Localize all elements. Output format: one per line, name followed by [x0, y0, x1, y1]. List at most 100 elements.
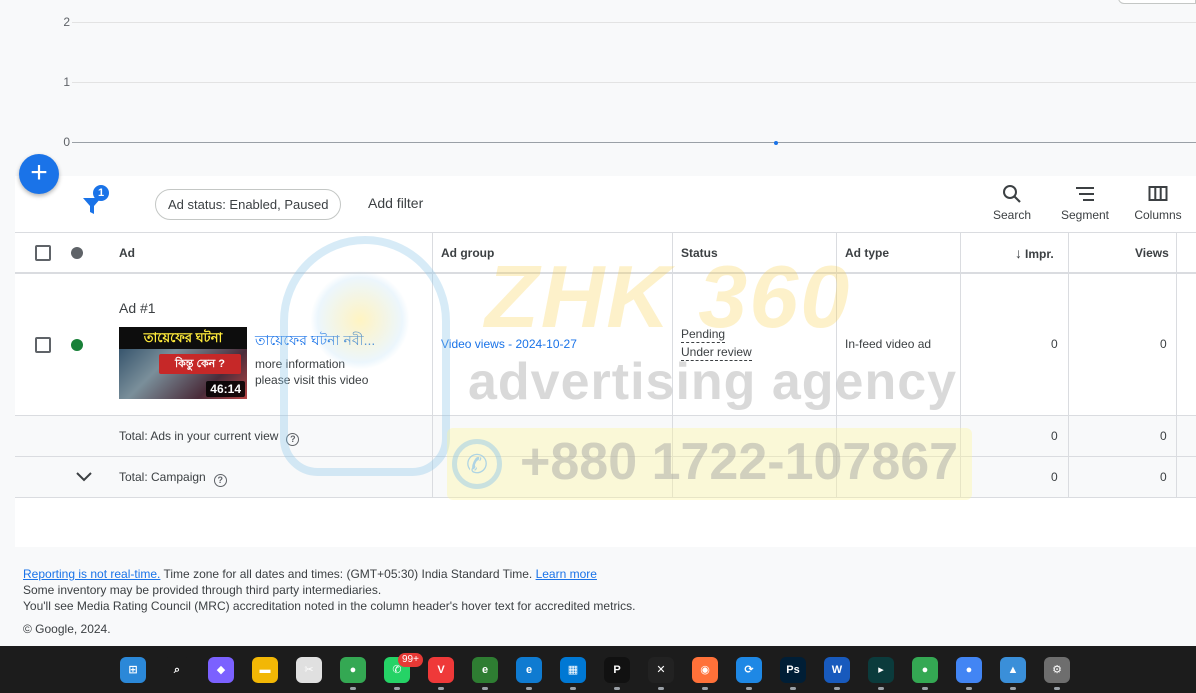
status-review-text: Under review — [681, 345, 752, 361]
chrome-2-icon[interactable]: ● — [912, 657, 938, 683]
thumb-title: তায়েফের ঘটনা — [119, 327, 247, 349]
start-icon[interactable]: ⊞ — [120, 657, 146, 683]
copilot-icon[interactable]: ◆ — [208, 657, 234, 683]
ad-description-2: please visit this video — [255, 373, 369, 387]
views-value: 0 — [1160, 337, 1167, 351]
enabled-status-dot[interactable] — [71, 339, 83, 351]
segment-tool-button[interactable]: Segment — [1059, 184, 1111, 222]
total-view-views: 0 — [1160, 429, 1167, 443]
help-icon[interactable]: ? — [286, 433, 300, 446]
table-row[interactable]: Ad #1 তায়েফের ঘটনা কিন্তু কেন ? 46:14 ত… — [15, 274, 1196, 416]
running-indicator — [790, 687, 796, 690]
running-indicator — [878, 687, 884, 690]
filter-count-badge: 1 — [93, 185, 109, 201]
total-campaign-text: Total: Campaign — [119, 470, 206, 484]
add-button[interactable]: + — [19, 154, 59, 194]
running-indicator — [1054, 687, 1060, 690]
running-indicator — [658, 687, 664, 690]
divider — [960, 274, 961, 415]
ad-status-filter-chip[interactable]: Ad status: Enabled, Paused — [155, 189, 342, 220]
store-icon[interactable]: ▦ — [560, 657, 586, 683]
chrome-icon[interactable]: ● — [340, 657, 366, 683]
header-status[interactable]: Status — [681, 246, 718, 260]
capcut-icon[interactable]: ✕ — [648, 657, 674, 683]
photos-icon[interactable]: ▲ — [1000, 657, 1026, 683]
running-indicator — [438, 687, 444, 690]
running-indicator — [614, 687, 620, 690]
header-ad[interactable]: Ad — [119, 246, 135, 260]
realtime-link[interactable]: Reporting is not real-time. — [23, 567, 160, 581]
status-header-icon[interactable] — [71, 247, 83, 259]
filmora-icon[interactable]: ▸ — [868, 657, 894, 683]
help-icon[interactable]: ? — [213, 474, 227, 487]
divider — [960, 233, 961, 272]
search-icon[interactable]: ⌕ — [164, 657, 190, 683]
chart-control[interactable] — [1118, 0, 1196, 4]
edge-icon[interactable]: e — [516, 657, 542, 683]
divider — [1068, 457, 1069, 497]
vivaldi-icon[interactable]: V — [428, 657, 454, 683]
footer-line-2: Some inventory may be provided through t… — [23, 583, 382, 597]
columns-tool-button[interactable]: Columns — [1132, 184, 1184, 222]
row-checkbox[interactable] — [35, 337, 51, 353]
baseline — [72, 142, 1196, 143]
edge-dev-icon[interactable]: e — [472, 657, 498, 683]
chevron-down-icon[interactable] — [75, 471, 93, 483]
running-indicator — [834, 687, 840, 690]
running-indicator — [570, 687, 576, 690]
copyright: © Google, 2024. — [23, 622, 111, 636]
learn-more-link[interactable]: Learn more — [536, 567, 597, 581]
total-campaign-label: Total: Campaign? — [119, 470, 227, 487]
running-indicator — [350, 687, 356, 690]
header-ad-group[interactable]: Ad group — [441, 246, 494, 260]
running-indicator — [746, 687, 752, 690]
total-view-label: Total: Ads in your current view? — [119, 429, 300, 446]
firefox-icon[interactable]: ◉ — [692, 657, 718, 683]
snip-icon[interactable]: ✂ — [296, 657, 322, 683]
footer-notes: Reporting is not real-time. Time zone fo… — [23, 566, 635, 614]
footer-line-1: Reporting is not real-time. Time zone fo… — [23, 566, 635, 582]
y-tick-2: 2 — [63, 15, 70, 29]
gridline — [72, 82, 1196, 83]
word-icon[interactable]: W — [824, 657, 850, 683]
status-pending[interactable]: Pending — [681, 327, 726, 343]
divider — [1068, 233, 1069, 272]
settings-icon[interactable]: ⚙ — [1044, 657, 1070, 683]
thumb-subtitle: কিন্তু কেন ? — [159, 354, 241, 374]
ad-description-1: more information — [255, 357, 346, 371]
add-filter-button[interactable]: Add filter — [368, 195, 423, 211]
status-pending-text: Pending — [681, 327, 726, 343]
performance-chart: 2 1 0 — [0, 0, 1196, 175]
header-views[interactable]: Views — [1135, 246, 1169, 260]
ad-group-link[interactable]: Video views - 2024-10-27 — [441, 337, 577, 351]
select-all-checkbox[interactable] — [35, 245, 51, 261]
total-view-text: Total: Ads in your current view — [119, 429, 279, 443]
status-under-review[interactable]: Under review — [681, 345, 752, 361]
sync-icon[interactable]: ⟳ — [736, 657, 762, 683]
y-tick-1: 1 — [63, 75, 70, 89]
ads-table-card: 1 Ad status: Enabled, Paused Add filter … — [15, 176, 1196, 547]
files-icon[interactable]: ▬ — [252, 657, 278, 683]
running-indicator — [526, 687, 532, 690]
segment-icon — [1076, 187, 1094, 201]
chrome-3-icon[interactable]: ● — [956, 657, 982, 683]
header-ad-type[interactable]: Ad type — [845, 246, 889, 260]
sort-down-icon: ↓ — [1015, 245, 1022, 261]
divider — [432, 457, 433, 497]
search-tool-button[interactable]: Search — [992, 184, 1032, 222]
running-indicator — [966, 687, 972, 690]
filter-bar: 1 Ad status: Enabled, Paused Add filter … — [15, 176, 1196, 233]
video-thumbnail[interactable]: তায়েফের ঘটনা কিন্তু কেন ? 46:14 — [119, 327, 247, 399]
running-indicator — [702, 687, 708, 690]
divider — [1176, 274, 1177, 415]
app-p-icon[interactable]: P — [604, 657, 630, 683]
video-title-link[interactable]: তায়েফের ঘটনা নবী... — [255, 329, 375, 353]
running-indicator — [922, 687, 928, 690]
columns-icon — [1148, 186, 1168, 201]
header-impr[interactable]: ↓ Impr. — [1015, 245, 1054, 261]
gridline — [72, 22, 1196, 23]
table-header: Ad Ad group Status Ad type ↓ Impr. Views — [15, 233, 1196, 274]
divider — [672, 457, 673, 497]
photoshop-icon[interactable]: Ps — [780, 657, 806, 683]
divider — [836, 233, 837, 272]
